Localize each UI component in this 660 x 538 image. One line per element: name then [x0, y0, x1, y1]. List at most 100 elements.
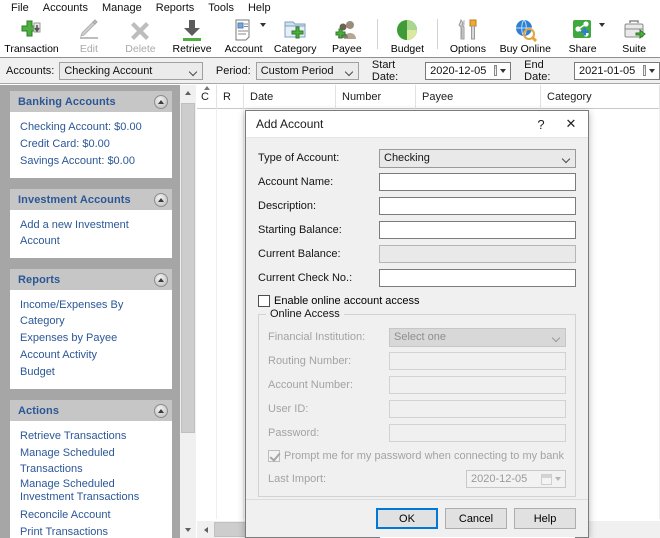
toolbar-button-transaction[interactable]: Transaction [0, 16, 63, 57]
column-header-number[interactable]: Number [336, 85, 416, 109]
ok-button[interactable]: OK [376, 508, 438, 529]
toolbar-label-account: Account [224, 43, 263, 55]
panel-header-banking-accounts[interactable]: Banking Accounts [10, 91, 172, 112]
scroll-up-icon[interactable] [180, 85, 196, 101]
sidebar-item-checking-account[interactable]: Checking Account: $0.00 [20, 119, 164, 135]
user-id-input [389, 400, 566, 418]
toolbar-button-category[interactable]: Category [269, 16, 321, 57]
description-input[interactable] [379, 197, 576, 215]
help-icon[interactable]: ? [526, 112, 556, 137]
sidebar-item-savings-account[interactable]: Savings Account: $0.00 [20, 153, 164, 169]
toolbar-button-delete[interactable]: Delete [115, 16, 167, 57]
panel-header-investment-accounts[interactable]: Investment Accounts [10, 189, 172, 210]
sidebar-item-credit-card[interactable]: Credit Card: $0.00 [20, 136, 164, 152]
toolbar-label-category: Category [273, 43, 317, 55]
sidebar-item-expenses-by-payee[interactable]: Expenses by Payee [20, 330, 164, 346]
toolbar-button-suite[interactable]: Suite [608, 16, 660, 57]
column-header-r[interactable]: R [217, 85, 244, 109]
password-label: Password: [268, 427, 320, 439]
panel-title: Actions [18, 404, 60, 417]
sidebar-item-add-investment-account[interactable]: Add a new Investment Account [20, 217, 164, 249]
cancel-button[interactable]: Cancel [445, 508, 507, 529]
menu-bar: File Accounts Manage Reports Tools Help [0, 0, 660, 16]
type-of-account-select[interactable]: Checking [379, 148, 576, 168]
collapse-icon[interactable] [154, 272, 168, 287]
accounts-select-value: Checking Account [64, 64, 153, 77]
end-date-picker[interactable]: 2021-01-05 [574, 61, 660, 80]
chevron-down-icon[interactable] [260, 23, 267, 27]
toolbar-button-retrieve[interactable]: Retrieve [166, 16, 218, 57]
panel-banking-accounts: Banking Accounts Checking Account: $0.00… [10, 91, 172, 178]
toolbar-button-options[interactable]: Options [442, 16, 494, 57]
scroll-down-icon[interactable] [180, 522, 196, 538]
toolbar-label-budget: Budget [390, 43, 425, 55]
starting-balance-input[interactable] [379, 221, 576, 239]
menu-item-reports[interactable]: Reports [149, 0, 202, 16]
help-button[interactable]: Help [514, 508, 576, 529]
sidebar-scrollbar[interactable] [180, 85, 196, 538]
add-transaction-icon [20, 18, 44, 42]
toolbar-button-account[interactable]: Account [218, 16, 270, 57]
collapse-icon[interactable] [154, 192, 168, 207]
current-check-no-input[interactable] [379, 269, 576, 287]
chevron-down-icon [342, 63, 358, 79]
period-select-value: Custom Period [260, 64, 334, 77]
sidebar-item-retrieve-transactions[interactable]: Retrieve Transactions [20, 428, 164, 444]
chevron-down-icon[interactable] [649, 68, 655, 73]
field-row-last-import: Last Import: 2020-12-05 [268, 469, 566, 489]
current-balance-label: Current Balance: [258, 248, 341, 260]
dialog-title-bar[interactable]: Add Account ? ✕ [246, 111, 588, 138]
toolbar-button-edit[interactable]: Edit [63, 16, 115, 57]
buy-online-globe-icon [513, 18, 538, 43]
calendar-icon[interactable] [643, 65, 646, 76]
menu-item-accounts[interactable]: Accounts [36, 0, 95, 16]
sidebar-item-account-activity[interactable]: Account Activity [20, 347, 164, 363]
collapse-icon[interactable] [154, 403, 168, 418]
start-date-value: 2020-12-05 [430, 64, 487, 77]
field-row-routing-number: Routing Number: [268, 351, 566, 371]
enable-online-access-checkbox[interactable] [258, 295, 270, 307]
menu-item-tools[interactable]: Tools [201, 0, 241, 16]
close-icon[interactable]: ✕ [556, 112, 586, 137]
calendar-icon[interactable] [494, 65, 498, 76]
sidebar-item-print-transactions[interactable]: Print Transactions [20, 524, 164, 538]
chevron-down-icon[interactable] [599, 23, 606, 27]
toolbar-button-buy-online[interactable]: Buy Online [494, 16, 557, 57]
menu-item-file[interactable]: File [4, 0, 36, 16]
collapse-icon[interactable] [154, 94, 168, 109]
toolbar-button-share[interactable]: Share [557, 16, 609, 57]
field-row-starting-balance: Starting Balance: [258, 220, 576, 240]
sidebar-item-income-expenses-by-category[interactable]: Income/Expenses By Category [20, 297, 164, 329]
accounts-select[interactable]: Checking Account [59, 61, 203, 80]
column-header-date[interactable]: Date [244, 85, 336, 109]
scroll-left-icon[interactable] [197, 521, 214, 538]
field-row-current-balance: Current Balance: [258, 244, 576, 264]
menu-item-help[interactable]: Help [241, 0, 278, 16]
sidebar-item-manage-scheduled-investment-transactions[interactable]: Manage Scheduled Investment Transactions [20, 478, 160, 504]
account-name-input[interactable] [379, 173, 576, 191]
menu-item-manage[interactable]: Manage [95, 0, 149, 16]
panel-reports: Reports Income/Expenses By Category Expe… [10, 269, 172, 389]
sidebar-scrollbar-thumb[interactable] [181, 103, 195, 433]
sidebar-item-budget[interactable]: Budget [20, 364, 164, 380]
toolbar-button-payee[interactable]: Payee [321, 16, 373, 57]
panel-header-reports[interactable]: Reports [10, 269, 172, 290]
add-account-dialog: Add Account ? ✕ Type of Account: Checkin… [245, 110, 589, 538]
chevron-down-icon[interactable] [500, 68, 507, 73]
sidebar-item-reconcile-account[interactable]: Reconcile Account [20, 507, 164, 523]
chevron-down-icon [555, 477, 561, 481]
panel-title: Reports [18, 273, 61, 286]
toolbar-label-edit: Edit [79, 43, 98, 55]
panel-header-actions[interactable]: Actions [10, 400, 172, 421]
type-of-account-value: Checking [384, 152, 430, 164]
column-header-category[interactable]: Category [541, 85, 660, 109]
column-header-payee[interactable]: Payee [416, 85, 541, 109]
routing-number-label: Routing Number: [268, 355, 352, 367]
dialog-title: Add Account [256, 117, 324, 131]
start-date-picker[interactable]: 2020-12-05 [425, 61, 512, 80]
column-header-c[interactable]: C [197, 85, 217, 109]
field-row-account-number: Account Number: [268, 375, 566, 395]
sidebar-item-manage-scheduled-transactions[interactable]: Manage Scheduled Transactions [20, 445, 164, 477]
period-select[interactable]: Custom Period [255, 61, 359, 80]
toolbar-button-budget[interactable]: Budget [382, 16, 434, 57]
